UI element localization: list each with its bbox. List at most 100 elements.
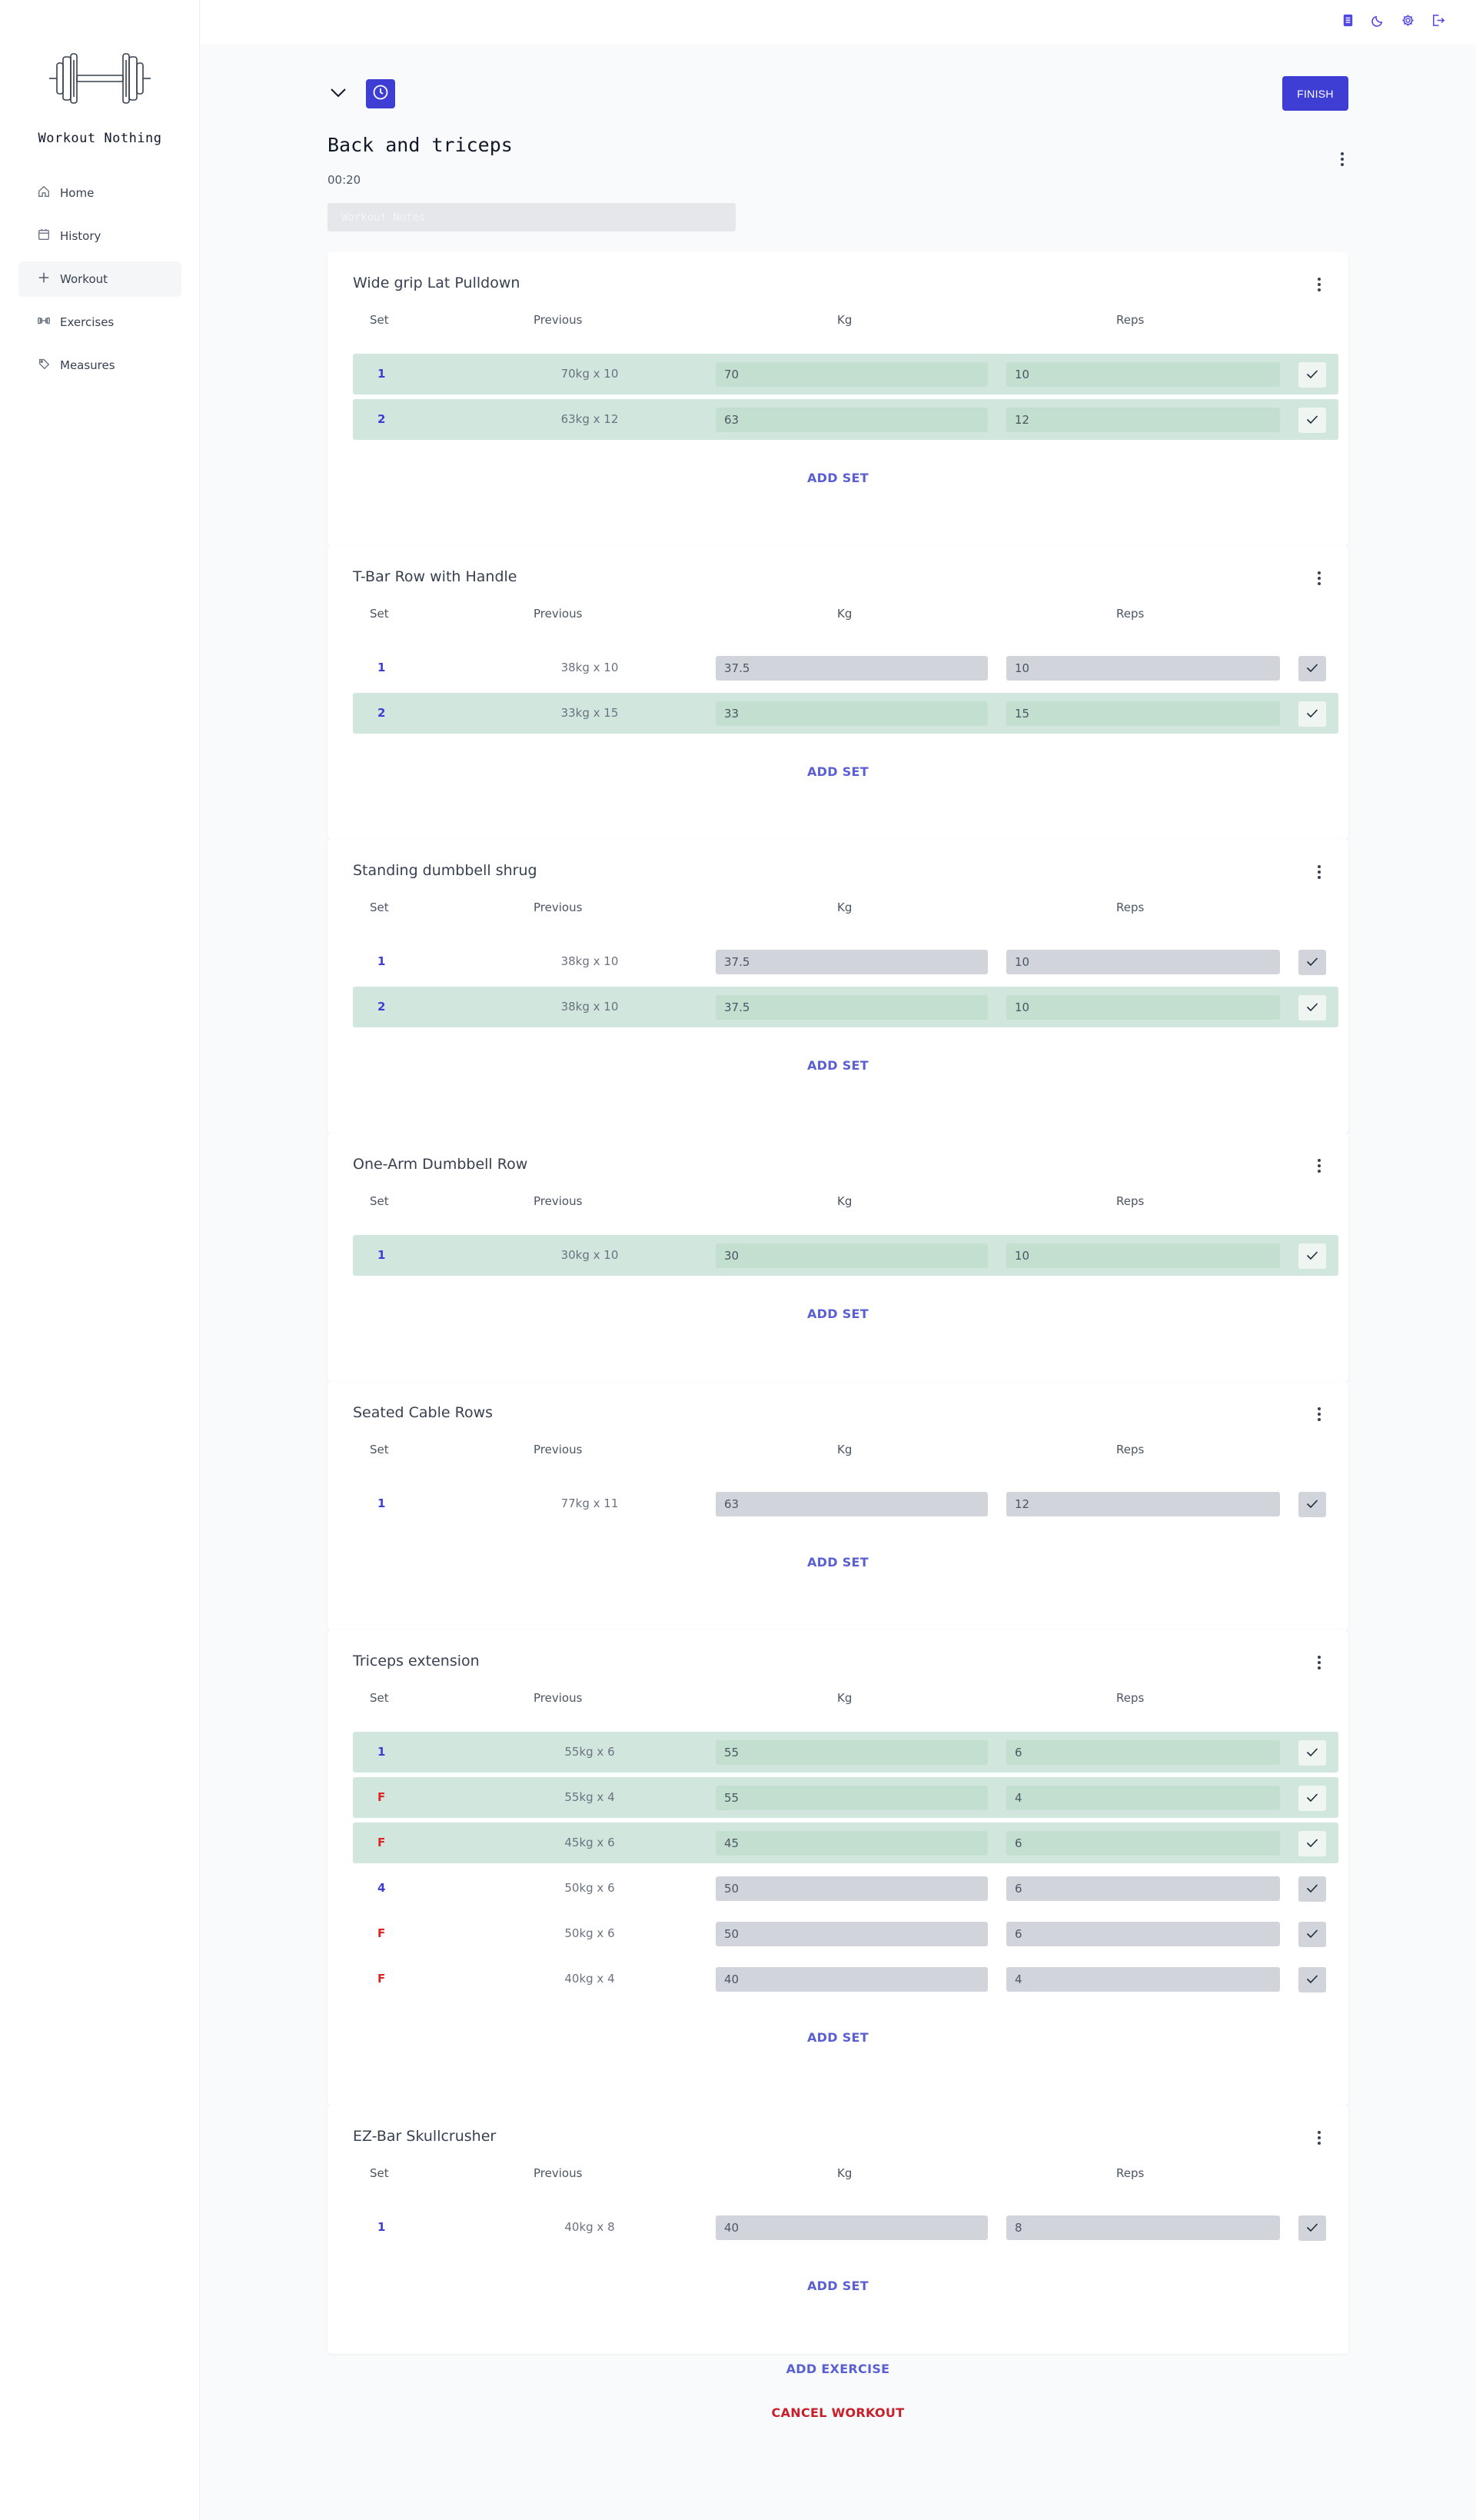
collapse-button[interactable]: [327, 83, 349, 105]
previous-performance[interactable]: 55kg x 6: [536, 1745, 643, 1759]
exercise-menu-icon[interactable]: [1311, 862, 1327, 882]
add-set-button[interactable]: ADD SET: [327, 1555, 1348, 1570]
reps-input[interactable]: 15: [1006, 701, 1280, 726]
complete-set-button[interactable]: [1298, 2215, 1326, 2241]
exercise-menu-icon[interactable]: [1311, 275, 1327, 295]
sidebar-item-exercises[interactable]: Exercises: [18, 305, 181, 340]
reps-input[interactable]: 10: [1006, 656, 1280, 681]
set-number[interactable]: F: [377, 1836, 385, 1849]
add-set-button[interactable]: ADD SET: [327, 764, 1348, 779]
set-number[interactable]: F: [377, 1972, 385, 1986]
exercise-menu-icon[interactable]: [1311, 1156, 1327, 1176]
set-number[interactable]: 1: [377, 1745, 385, 1759]
previous-performance[interactable]: 55kg x 4: [536, 1790, 643, 1804]
previous-performance[interactable]: 38kg x 10: [536, 661, 643, 674]
complete-set-button[interactable]: [1298, 1243, 1326, 1269]
kg-input[interactable]: 45: [716, 1831, 988, 1856]
complete-set-button[interactable]: [1298, 656, 1326, 681]
reps-input[interactable]: 6: [1006, 1831, 1280, 1856]
set-number[interactable]: F: [377, 1790, 385, 1804]
exercise-menu-icon[interactable]: [1311, 568, 1327, 588]
sidebar-item-home[interactable]: Home: [18, 175, 181, 211]
previous-performance[interactable]: 30kg x 10: [536, 1248, 643, 1262]
add-exercise-button[interactable]: ADD EXERCISE: [327, 2362, 1348, 2376]
settings-icon[interactable]: [1401, 13, 1415, 28]
reps-input[interactable]: 4: [1006, 1967, 1280, 1992]
reps-input[interactable]: 6: [1006, 1922, 1280, 1946]
complete-set-button[interactable]: [1298, 1786, 1326, 1811]
set-number[interactable]: 1: [377, 2220, 385, 2234]
reps-input[interactable]: 10: [1006, 995, 1280, 1020]
add-set-button[interactable]: ADD SET: [327, 2030, 1348, 2045]
set-number[interactable]: 1: [377, 367, 385, 381]
previous-performance[interactable]: 70kg x 10: [536, 367, 643, 381]
sidebar-item-history[interactable]: History: [18, 218, 181, 254]
previous-performance[interactable]: 45kg x 6: [536, 1836, 643, 1849]
cancel-workout-button[interactable]: CANCEL WORKOUT: [327, 2405, 1348, 2420]
exercise-menu-icon[interactable]: [1311, 1653, 1327, 1673]
complete-set-button[interactable]: [1298, 1831, 1326, 1856]
set-number[interactable]: 1: [377, 1248, 385, 1262]
set-number[interactable]: 2: [377, 1000, 385, 1014]
workout-notes-input[interactable]: [327, 203, 736, 231]
complete-set-button[interactable]: [1298, 701, 1326, 727]
reps-input[interactable]: 10: [1006, 950, 1280, 974]
exercise-menu-icon[interactable]: [1311, 1404, 1327, 1424]
moon-icon[interactable]: [1371, 13, 1385, 28]
reps-input[interactable]: 12: [1006, 1492, 1280, 1516]
complete-set-button[interactable]: [1298, 1876, 1326, 1902]
previous-performance[interactable]: 40kg x 4: [536, 1972, 643, 1986]
previous-performance[interactable]: 38kg x 10: [536, 954, 643, 968]
kg-input[interactable]: 50: [716, 1876, 988, 1901]
reps-input[interactable]: 10: [1006, 362, 1280, 387]
reps-input[interactable]: 6: [1006, 1740, 1280, 1765]
add-set-button[interactable]: ADD SET: [327, 2279, 1348, 2293]
kg-input[interactable]: 70: [716, 362, 988, 387]
previous-performance[interactable]: 33kg x 15: [536, 706, 643, 720]
clipboard-icon[interactable]: [1341, 13, 1355, 28]
previous-performance[interactable]: 50kg x 6: [536, 1881, 643, 1895]
complete-set-button[interactable]: [1298, 995, 1326, 1020]
logout-icon[interactable]: [1431, 13, 1445, 28]
kg-input[interactable]: 63: [716, 408, 988, 432]
complete-set-button[interactable]: [1298, 408, 1326, 433]
sidebar-item-measures[interactable]: Measures: [18, 348, 181, 383]
reps-input[interactable]: 12: [1006, 408, 1280, 432]
reps-input[interactable]: 8: [1006, 2215, 1280, 2240]
set-number[interactable]: 1: [377, 661, 385, 674]
set-number[interactable]: 4: [377, 1881, 385, 1895]
add-set-button[interactable]: ADD SET: [327, 1058, 1348, 1073]
kg-input[interactable]: 37.5: [716, 995, 988, 1020]
kg-input[interactable]: 30: [716, 1243, 988, 1268]
previous-performance[interactable]: 63kg x 12: [536, 412, 643, 426]
previous-performance[interactable]: 38kg x 10: [536, 1000, 643, 1014]
kg-input[interactable]: 55: [716, 1740, 988, 1765]
finish-button[interactable]: FINISH: [1282, 76, 1348, 111]
set-number[interactable]: 2: [377, 412, 385, 426]
workout-menu-icon[interactable]: [1335, 150, 1350, 168]
kg-input[interactable]: 50: [716, 1922, 988, 1946]
reps-input[interactable]: 4: [1006, 1786, 1280, 1810]
sidebar-item-workout[interactable]: Workout: [18, 261, 181, 297]
set-number[interactable]: F: [377, 1926, 385, 1940]
complete-set-button[interactable]: [1298, 1967, 1326, 1992]
complete-set-button[interactable]: [1298, 1740, 1326, 1766]
complete-set-button[interactable]: [1298, 1492, 1326, 1517]
kg-input[interactable]: 37.5: [716, 656, 988, 681]
kg-input[interactable]: 63: [716, 1492, 988, 1516]
rest-timer-button[interactable]: [366, 79, 395, 108]
kg-input[interactable]: 33: [716, 701, 988, 726]
set-number[interactable]: 2: [377, 706, 385, 720]
complete-set-button[interactable]: [1298, 1922, 1326, 1947]
kg-input[interactable]: 55: [716, 1786, 988, 1810]
kg-input[interactable]: 37.5: [716, 950, 988, 974]
set-number[interactable]: 1: [377, 954, 385, 968]
previous-performance[interactable]: 50kg x 6: [536, 1926, 643, 1940]
exercise-menu-icon[interactable]: [1311, 2128, 1327, 2148]
previous-performance[interactable]: 77kg x 11: [536, 1496, 643, 1510]
kg-input[interactable]: 40: [716, 2215, 988, 2240]
kg-input[interactable]: 40: [716, 1967, 988, 1992]
set-number[interactable]: 1: [377, 1496, 385, 1510]
add-set-button[interactable]: ADD SET: [327, 471, 1348, 485]
reps-input[interactable]: 10: [1006, 1243, 1280, 1268]
